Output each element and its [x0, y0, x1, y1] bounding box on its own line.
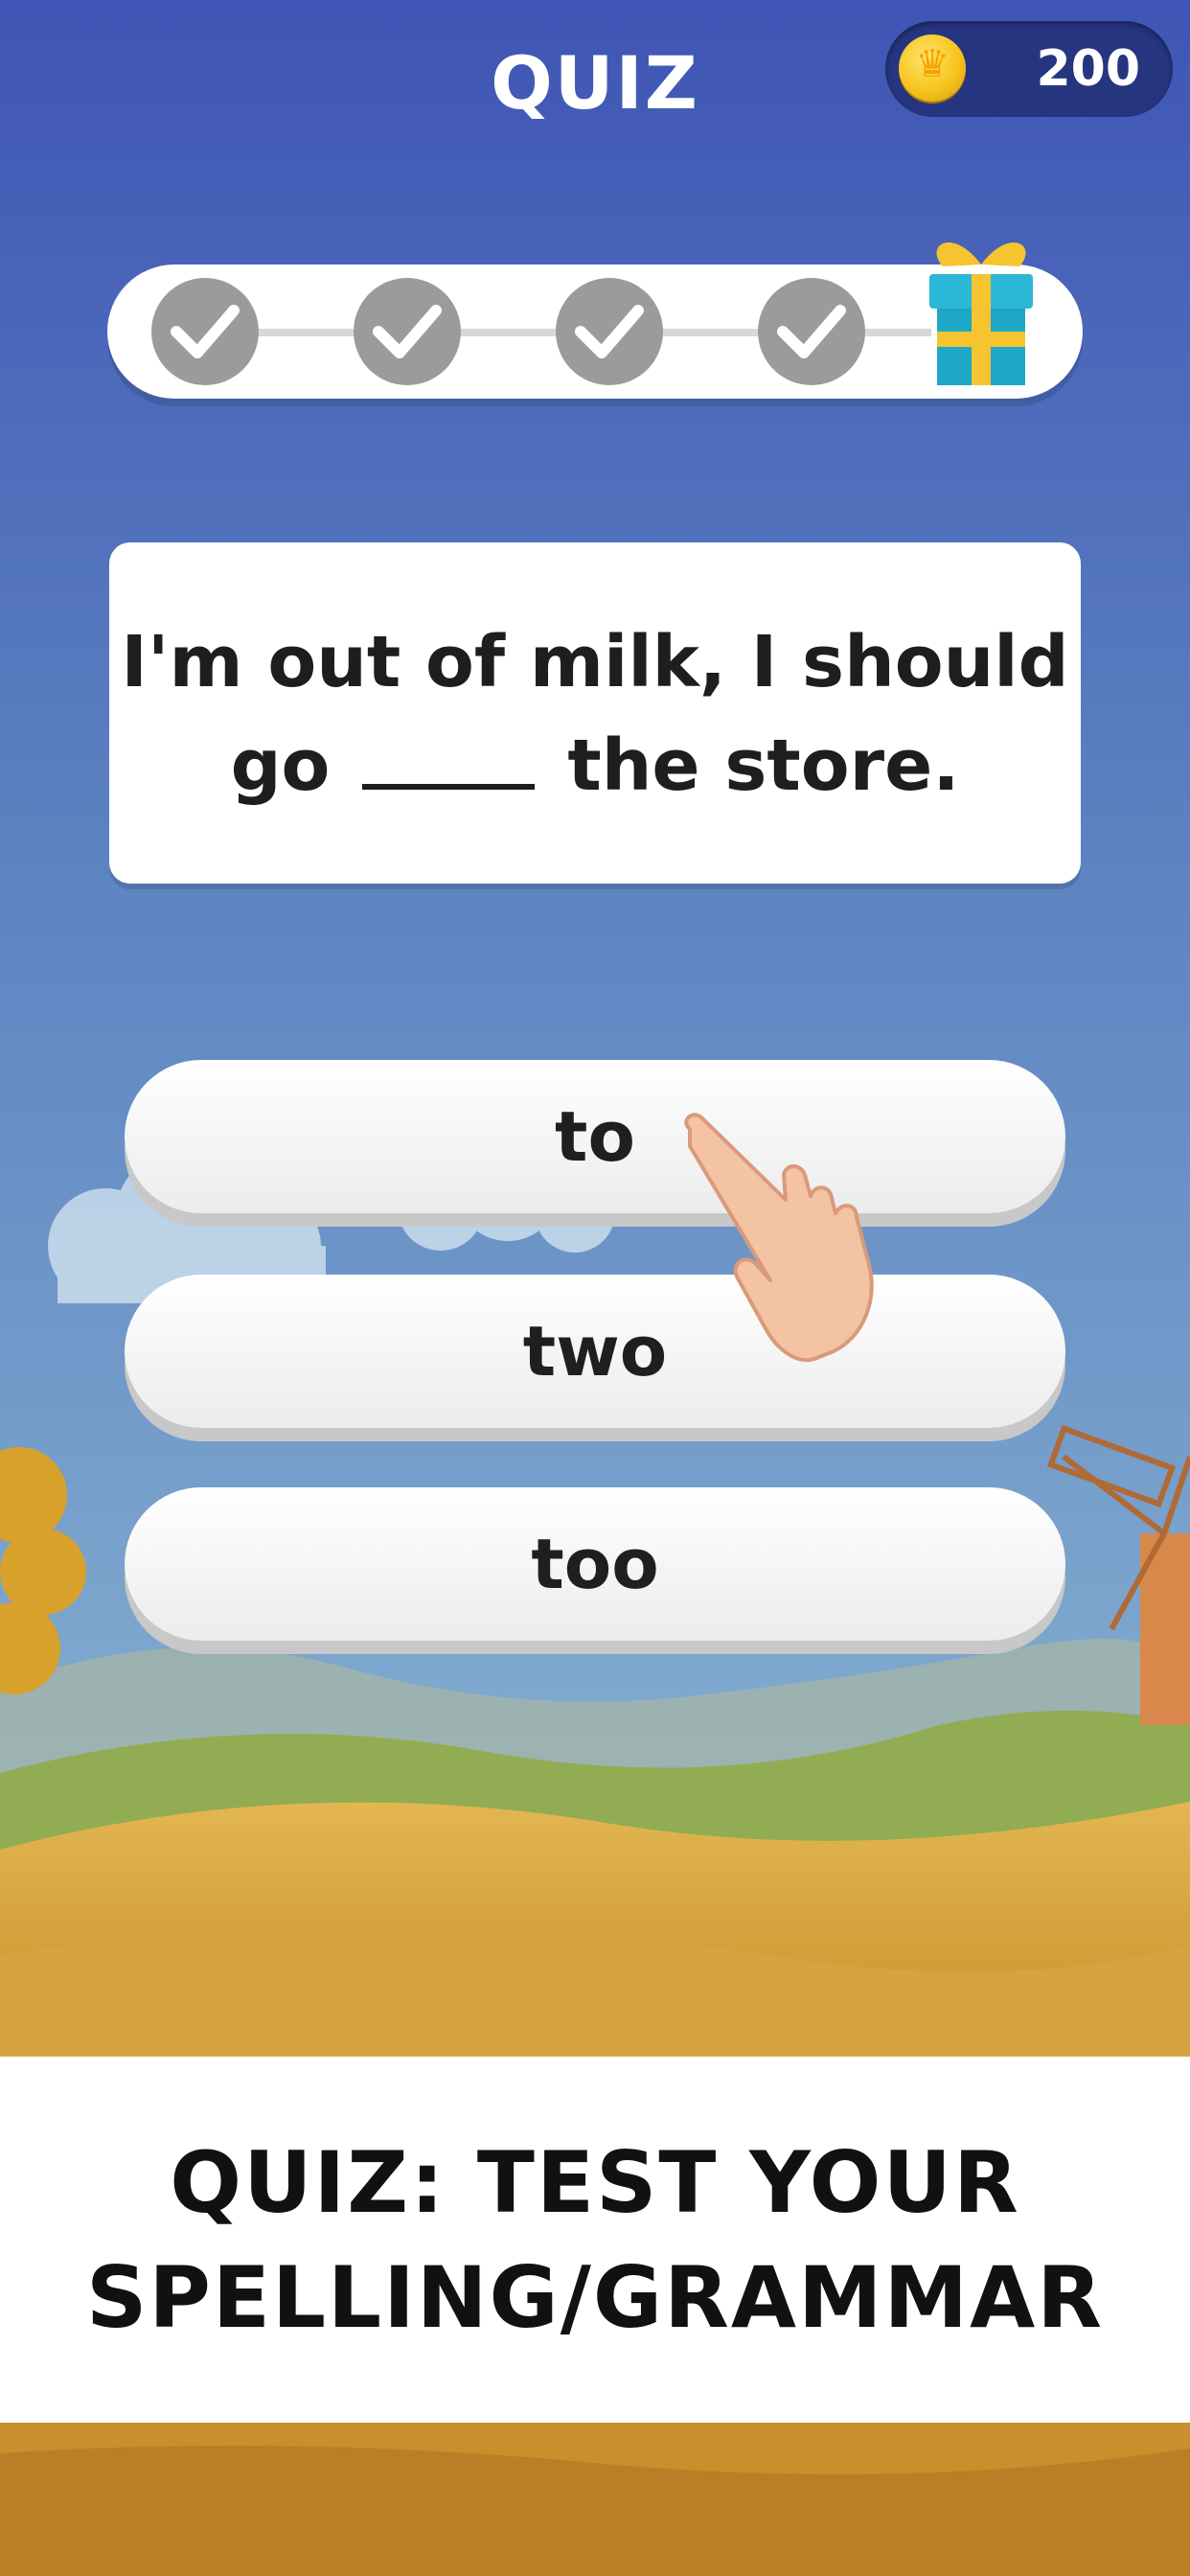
coin-icon [899, 34, 966, 102]
question-card: I'm out of milk, I should go the store. [109, 542, 1081, 884]
check-icon [373, 305, 442, 358]
promo-banner: QUIZ: TEST YOUR SPELLING/GRAMMAR [0, 2057, 1190, 2423]
question-text-after-blank: the store. [567, 724, 960, 807]
gift-icon [929, 242, 1033, 385]
progress-step-complete [354, 278, 461, 385]
progress-step-complete [556, 278, 663, 385]
question-text-before-blank: go [230, 724, 331, 807]
answer-option-two[interactable]: two [125, 1275, 1065, 1428]
coin-balance[interactable]: 200 [885, 21, 1173, 117]
question-text-line2: go the store. [109, 717, 1081, 807]
quiz-progress-bar [107, 242, 1083, 399]
banner-title-line1: QUIZ: TEST YOUR [170, 2133, 1020, 2232]
answer-option-too[interactable]: too [125, 1487, 1065, 1641]
answer-blank [362, 717, 536, 790]
progress-step-complete [758, 278, 865, 385]
banner-title-line2: SPELLING/GRAMMAR [85, 2248, 1104, 2347]
answer-option-to[interactable]: to [125, 1060, 1065, 1213]
coin-count: 200 [1036, 40, 1140, 98]
check-icon [777, 305, 846, 358]
question-text-line1: I'm out of milk, I should [121, 621, 1069, 703]
check-icon [171, 305, 240, 358]
pointing-hand-icon [684, 1113, 874, 1363]
progress-step-complete [151, 278, 259, 385]
check-icon [575, 305, 644, 358]
